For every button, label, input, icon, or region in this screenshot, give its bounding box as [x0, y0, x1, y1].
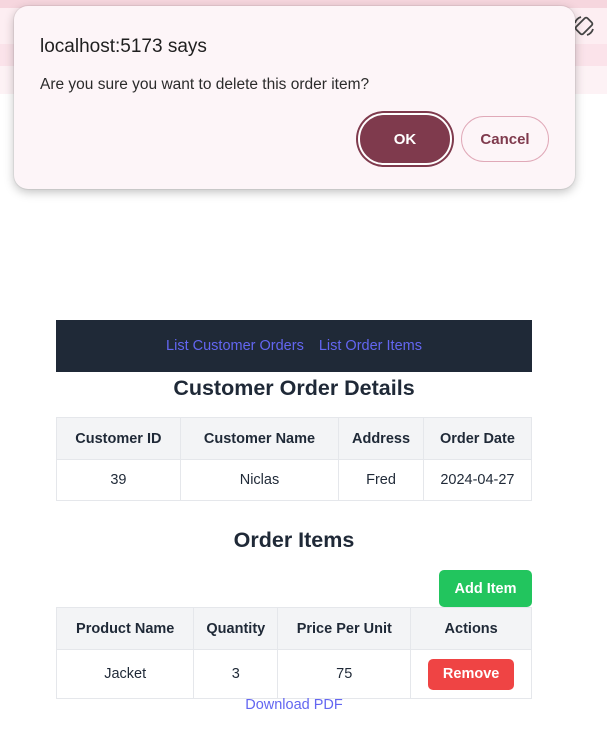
- product-name-cell: Jacket: [55, 649, 195, 699]
- table-header-row: Product Name Quantity Price Per Unit Act…: [55, 607, 532, 650]
- dialog-message: Are you sure you want to delete this ord…: [40, 76, 370, 93]
- order-date-cell: 2024-04-27: [422, 459, 533, 501]
- order-items-table: Product Name Quantity Price Per Unit Act…: [55, 607, 532, 699]
- column-header: Product Name: [55, 607, 195, 650]
- price-cell: 75: [277, 649, 412, 699]
- table-row: Jacket 3 75 Remove: [55, 649, 532, 699]
- nav-link-order-items[interactable]: List Order Items: [319, 338, 422, 354]
- customer-id-cell: 39: [56, 459, 181, 501]
- column-header: Quantity: [193, 607, 279, 650]
- column-header: Price Per Unit: [277, 607, 412, 650]
- actions-cell: Remove: [410, 649, 532, 699]
- dialog-title: localhost:5173 says: [40, 36, 207, 57]
- quantity-cell: 3: [193, 649, 279, 699]
- customer-order-heading: Customer Order Details: [173, 376, 415, 400]
- column-header: Customer Name: [179, 417, 340, 460]
- column-header: Order Date: [422, 417, 533, 460]
- table-header-row: Customer ID Customer Name Address Order …: [56, 417, 533, 460]
- ok-button[interactable]: OK: [358, 113, 452, 165]
- order-items-heading: Order Items: [233, 528, 355, 552]
- top-navbar: List Customer Orders List Order Items: [56, 320, 532, 372]
- column-header: Address: [338, 417, 424, 460]
- customer-details-table: Customer ID Customer Name Address Order …: [56, 417, 533, 501]
- add-item-button[interactable]: Add Item: [439, 570, 532, 607]
- column-header: Actions: [410, 607, 532, 650]
- cancel-button[interactable]: Cancel: [461, 116, 549, 162]
- confirm-dialog: localhost:5173 says Are you sure you wan…: [14, 6, 575, 189]
- download-pdf-link[interactable]: Download PDF: [56, 697, 532, 713]
- remove-button[interactable]: Remove: [428, 658, 515, 690]
- nav-link-customer-orders[interactable]: List Customer Orders: [166, 338, 304, 354]
- screen-rotate-icon[interactable]: [572, 14, 596, 38]
- address-cell: Fred: [338, 459, 424, 501]
- customer-name-cell: Niclas: [179, 459, 340, 501]
- table-row: 39 Niclas Fred 2024-04-27: [56, 459, 533, 501]
- column-header: Customer ID: [56, 417, 181, 460]
